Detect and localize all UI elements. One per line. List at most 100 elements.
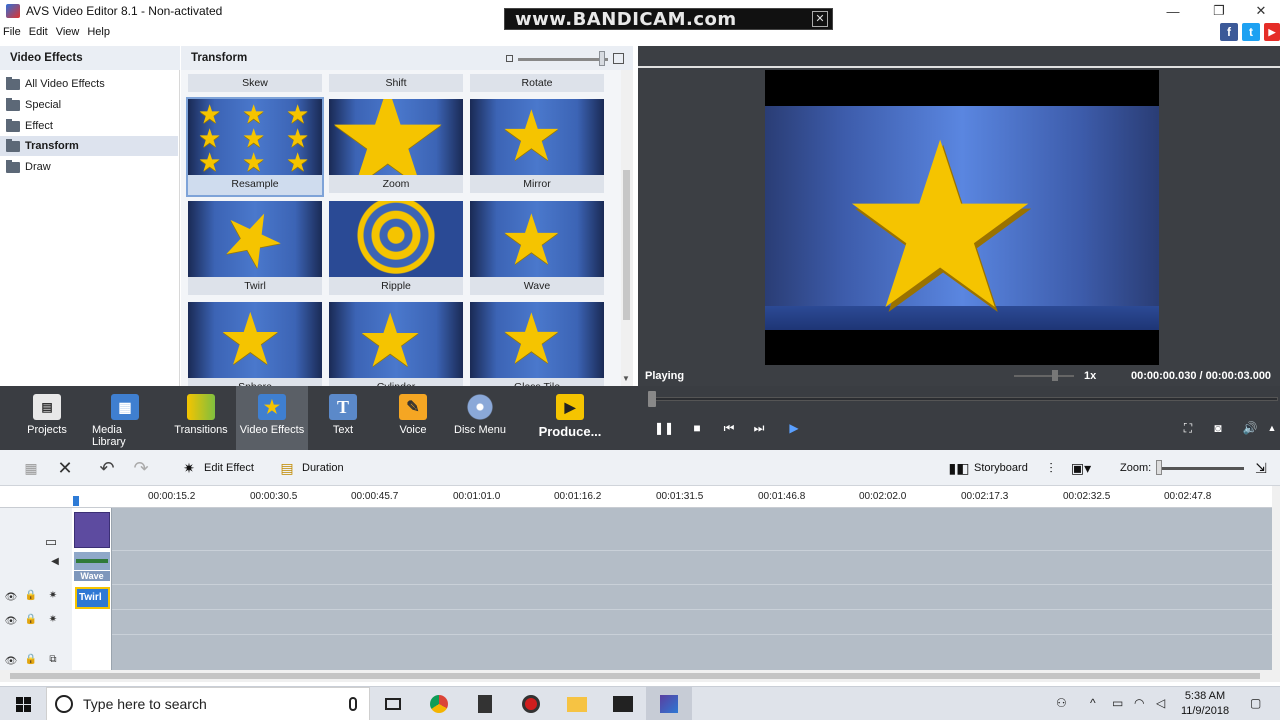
- pause-icon[interactable]: ❚❚: [654, 420, 674, 436]
- watermark-close-icon[interactable]: ✕: [812, 11, 828, 27]
- effect-rotate[interactable]: Rotate: [470, 74, 604, 92]
- menu-help[interactable]: Help: [87, 26, 110, 38]
- volume-up-icon[interactable]: ▲: [1264, 420, 1280, 436]
- timeline-zoom-handle[interactable]: [1156, 460, 1162, 475]
- eye-icon[interactable]: 👁: [4, 656, 18, 668]
- effects-scrollbar-thumb[interactable]: [623, 170, 630, 320]
- record-icon[interactable]: [508, 687, 554, 720]
- thumb-size-slider[interactable]: [518, 58, 608, 61]
- storyboard-button[interactable]: ▮◧ Storyboard: [949, 459, 1028, 477]
- volume-icon[interactable]: 🔊: [1242, 420, 1258, 436]
- twirl-effect-clip[interactable]: Twirl: [75, 587, 110, 609]
- playhead-marker[interactable]: [73, 496, 79, 506]
- minimize-button[interactable]: —: [1150, 0, 1196, 22]
- menu-file[interactable]: File: [3, 26, 21, 38]
- audio-clip[interactable]: [74, 552, 110, 570]
- effect-cylinder[interactable]: ★ Cylinder: [329, 302, 463, 386]
- speed-slider[interactable]: [1014, 375, 1074, 377]
- tree-item-transform[interactable]: Transform: [0, 136, 178, 156]
- lock-icon[interactable]: 🔒: [24, 590, 38, 602]
- undo-icon[interactable]: ↶: [98, 458, 122, 478]
- next-frame-icon[interactable]: ⏭: [751, 420, 767, 436]
- effect-mirror[interactable]: ★ Mirror: [470, 99, 604, 195]
- tree-item-effect[interactable]: Effect: [0, 116, 178, 136]
- previous-frame-icon[interactable]: ⏮: [721, 420, 737, 436]
- show-hidden-icons[interactable]: ^: [1090, 696, 1096, 710]
- thumb-size-slider-handle[interactable]: [599, 51, 605, 66]
- clock[interactable]: 5:38 AM 11/9/2018: [1175, 689, 1235, 719]
- twitter-icon[interactable]: t: [1242, 23, 1260, 41]
- task-view-icon[interactable]: [370, 687, 416, 720]
- speaker-icon[interactable]: ◁: [1156, 696, 1165, 710]
- wave-effect-clip[interactable]: Wave: [74, 571, 110, 581]
- text-button[interactable]: T Text: [318, 386, 368, 450]
- restore-button[interactable]: ❐: [1196, 0, 1242, 22]
- calculator-icon[interactable]: [462, 687, 508, 720]
- effect-twirl[interactable]: ★ Twirl: [188, 201, 322, 297]
- fullscreen-icon[interactable]: ⛶: [1180, 420, 1196, 436]
- avs-editor-taskbar-icon[interactable]: [646, 687, 692, 720]
- media-library-button[interactable]: ▦ Media Library: [92, 386, 158, 450]
- battery-icon[interactable]: ▭: [1112, 696, 1123, 710]
- timeline-scrollbar-thumb[interactable]: [10, 673, 1260, 679]
- effect-sphere[interactable]: ★ Sphere: [188, 302, 322, 386]
- wifi-icon[interactable]: ◠: [1134, 696, 1144, 710]
- tree-item-all-video-effects[interactable]: All Video Effects: [0, 74, 178, 94]
- timeline-horizontal-scrollbar[interactable]: [0, 670, 1280, 682]
- select-all-icon[interactable]: ▦: [22, 459, 46, 477]
- timeline-vertical-scrollbar[interactable]: [1272, 486, 1280, 670]
- redo-icon[interactable]: ↷: [132, 458, 156, 478]
- timeline-tracks[interactable]: ▭ ◀ 👁 🔒 ✷ 👁 🔒 ✷ 👁 🔒 ⧉ Wave Twirl: [0, 508, 1272, 670]
- effect-wave[interactable]: ★ Wave: [470, 201, 604, 297]
- eye-icon[interactable]: 👁: [4, 616, 18, 628]
- disc-menu-button[interactable]: Disc Menu: [452, 386, 508, 450]
- audio-mixer-icon[interactable]: ⫶: [1042, 459, 1066, 477]
- seek-bar[interactable]: [650, 397, 1278, 401]
- timeline-zoom-slider[interactable]: [1158, 467, 1244, 470]
- file-explorer-icon[interactable]: [554, 687, 600, 720]
- delete-icon[interactable]: ✕: [56, 458, 80, 478]
- effect-shift[interactable]: Shift: [329, 74, 463, 92]
- menu-edit[interactable]: Edit: [29, 26, 48, 38]
- menu-view[interactable]: View: [56, 26, 80, 38]
- eye-icon[interactable]: 👁: [4, 592, 18, 604]
- notifications-icon[interactable]: ▢: [1250, 696, 1261, 710]
- people-icon[interactable]: ⚇: [1056, 696, 1067, 710]
- effect-zoom[interactable]: ★ Zoom: [329, 99, 463, 195]
- mute-icon[interactable]: ◀: [48, 556, 62, 568]
- tree-item-draw[interactable]: Draw: [0, 157, 178, 177]
- lock-icon[interactable]: 🔒: [24, 654, 38, 666]
- snapshot-icon[interactable]: ◙: [1210, 420, 1226, 436]
- view-options-icon[interactable]: ▣▾: [1071, 459, 1096, 477]
- youtube-icon[interactable]: ▶: [1264, 23, 1280, 41]
- effect-skew[interactable]: Skew: [188, 74, 322, 92]
- stop-icon[interactable]: ■: [689, 420, 705, 436]
- thumb-size-large-icon[interactable]: [613, 53, 624, 64]
- timeline-ruler[interactable]: 00:00:15.2 00:00:30.5 00:00:45.7 00:01:0…: [0, 486, 1280, 508]
- facebook-icon[interactable]: f: [1220, 23, 1238, 41]
- projects-button[interactable]: ▤ Projects: [22, 386, 72, 450]
- effect-glass-tile[interactable]: ★ Glass Tile: [470, 302, 604, 386]
- voice-button[interactable]: ✎ Voice: [388, 386, 438, 450]
- start-button[interactable]: [0, 687, 46, 720]
- effects-scrollbar[interactable]: ▼: [621, 70, 633, 386]
- effect-ripple[interactable]: Ripple: [329, 201, 463, 297]
- fit-timeline-icon[interactable]: ⇲: [1252, 459, 1276, 477]
- speed-slider-handle[interactable]: [1052, 370, 1058, 381]
- video-effects-button[interactable]: ★ Video Effects: [236, 386, 308, 450]
- microphone-icon[interactable]: [349, 697, 357, 711]
- scroll-down-icon[interactable]: ▼: [622, 374, 630, 383]
- produce-button[interactable]: ▶ Produce...: [536, 386, 604, 450]
- taskbar-search-box[interactable]: Type here to search: [46, 687, 370, 720]
- video-clip[interactable]: [74, 512, 110, 548]
- edit-effect-button[interactable]: ✷ Edit Effect: [180, 459, 254, 477]
- lock-icon[interactable]: 🔒: [24, 614, 38, 626]
- transitions-button[interactable]: Transitions: [172, 386, 230, 450]
- video-preview[interactable]: ★: [765, 70, 1159, 365]
- duration-button[interactable]: ▤ Duration: [278, 459, 343, 477]
- tree-item-special[interactable]: Special: [0, 95, 178, 115]
- seek-handle[interactable]: [648, 391, 656, 407]
- close-button[interactable]: ✕: [1238, 0, 1280, 22]
- effect-resample[interactable]: ★ ★ ★ ★ ★ ★ ★ ★ ★ Resample: [186, 97, 324, 197]
- play-selection-icon[interactable]: ▶: [786, 420, 802, 436]
